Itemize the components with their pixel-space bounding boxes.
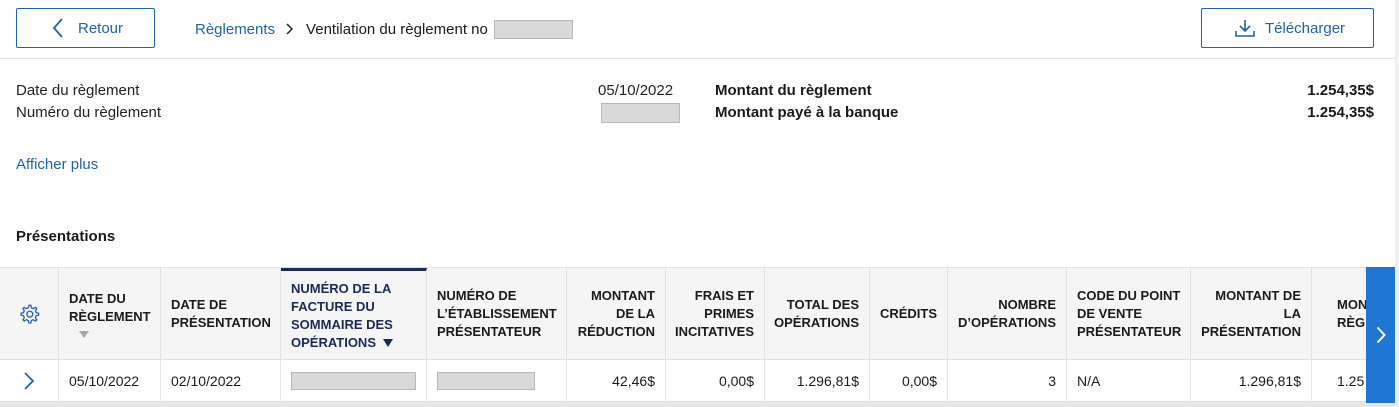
gear-icon — [20, 304, 40, 324]
vertical-scrollbar[interactable] — [1395, 0, 1399, 407]
settlement-number-label: Numéro du règlement — [16, 104, 162, 121]
column-header-label: FRAIS ET PRIMES INCITATIVES — [675, 288, 754, 339]
scroll-columns-right-button[interactable] — [1366, 267, 1395, 403]
cell-pos-code: N/A — [1067, 360, 1191, 402]
column-header-label: DATE DU RÈGLEMENT — [69, 291, 151, 324]
column-settings-button[interactable] — [0, 268, 59, 360]
bank-amount-label: Montant payé à la banque — [715, 104, 899, 121]
column-header-credits[interactable]: CRÉDITS — [870, 268, 948, 360]
column-header-label: MONTANT DE LA RÉDUCTION — [577, 288, 655, 339]
column-header-fees[interactable]: FRAIS ET PRIMES INCITATIVES — [666, 268, 765, 360]
breadcrumb-link-settlements[interactable]: Règlements — [195, 21, 275, 38]
column-header-operation-count[interactable]: NOMBRE D’OPÉRATIONS — [948, 268, 1067, 360]
column-header-settlement-date[interactable]: DATE DU RÈGLEMENT — [59, 268, 161, 360]
column-header-label: NOMBRE D’OPÉRATIONS — [958, 297, 1056, 330]
column-header-label: CRÉDITS — [879, 306, 937, 321]
column-header-label: NUMÉRO DE L’ÉTABLISSEMENT PRÉSENTATEUR — [437, 288, 557, 339]
cell-fees: 0,00$ — [666, 360, 765, 402]
column-header-total-operations[interactable]: TOTAL DES OPÉRATIONS — [765, 268, 870, 360]
table-header: DATE DU RÈGLEMENT DATE DE PRÉSENTATION N… — [0, 267, 1399, 360]
column-header-label: DATE DE PRÉSENTATION — [171, 297, 271, 330]
cell-operation-count: 3 — [948, 360, 1067, 402]
back-button[interactable]: Retour — [16, 8, 155, 48]
chevron-right-icon — [286, 23, 294, 35]
settlement-amount-value: 1.254,35$ — [1307, 82, 1374, 99]
column-header-merchant-number[interactable]: NUMÉRO DE L’ÉTABLISSEMENT PRÉSENTATEUR — [427, 268, 567, 360]
redacted-settlement-number-value — [601, 103, 680, 123]
settlement-date-value: 05/10/2022 — [598, 82, 674, 99]
settlement-date-label: Date du règlement — [16, 82, 140, 99]
download-button[interactable]: Télécharger — [1201, 8, 1374, 48]
show-more-link[interactable]: Afficher plus — [16, 156, 98, 173]
settlement-amount-label: Montant du règlement — [715, 82, 872, 99]
cell-presentation-amount: 1.296,81$ — [1191, 360, 1312, 402]
sort-indicator-icon — [79, 331, 89, 338]
column-header-label: NUMÉRO DE LA FACTURE DU SOMMAIRE DES OPÉ… — [291, 280, 393, 350]
horizontal-scrollbar[interactable] — [0, 402, 1399, 407]
breadcrumb: Règlements Ventilation du règlement no — [195, 19, 573, 39]
cell-total-operations: 1.296,81$ — [765, 360, 870, 402]
expand-row-button[interactable] — [0, 360, 59, 402]
presentations-title: Présentations — [16, 228, 116, 245]
cell-merchant-number — [427, 360, 567, 402]
cell-credits: 0,00$ — [870, 360, 948, 402]
column-header-presentation-amount[interactable]: MONTANT DE LA PRÉSENTATION — [1191, 268, 1312, 360]
sort-desc-icon — [383, 339, 393, 348]
column-header-invoice-number[interactable]: NUMÉRO DE LA FACTURE DU SOMMAIRE DES OPÉ… — [281, 268, 427, 360]
cell-settlement-date: 05/10/2022 — [59, 360, 161, 402]
cell-invoice-number — [281, 360, 427, 402]
column-header-label: MONTANT DE LA PRÉSENTATION — [1201, 288, 1301, 339]
column-header-presentation-date[interactable]: DATE DE PRÉSENTATION — [161, 268, 281, 360]
top-bar: Retour Règlements Ventilation du règleme… — [0, 0, 1399, 59]
bank-amount-value: 1.254,35$ — [1307, 104, 1374, 121]
column-header-settlement-amount[interactable]: MON RÈGLE — [1312, 268, 1372, 360]
chevron-left-icon — [52, 18, 63, 38]
column-header-label: TOTAL DES OPÉRATIONS — [774, 297, 859, 330]
presentations-table: DATE DU RÈGLEMENT DATE DE PRÉSENTATION N… — [0, 267, 1399, 407]
cell-presentation-date: 02/10/2022 — [161, 360, 281, 402]
redacted-invoice-number — [291, 372, 416, 390]
column-header-label: CODE DU POINT DE VENTE PRÉSENTATEUR — [1077, 288, 1182, 339]
download-icon — [1235, 20, 1255, 37]
download-button-label: Télécharger — [1265, 19, 1346, 37]
cell-settlement-amount: 1.25 — [1337, 373, 1365, 389]
table-row[interactable]: 05/10/2022 02/10/2022 42,46$ 0,00$ 1.296… — [0, 360, 1399, 402]
redacted-merchant-number — [437, 372, 535, 390]
breadcrumb-current: Ventilation du règlement no — [306, 20, 488, 38]
chevron-right-icon — [1376, 326, 1386, 344]
back-button-label: Retour — [78, 19, 124, 37]
chevron-right-icon — [24, 372, 34, 390]
redacted-settlement-number — [493, 19, 573, 39]
column-header-discount-amount[interactable]: MONTANT DE LA RÉDUCTION — [567, 268, 666, 360]
column-header-pos-code[interactable]: CODE DU POINT DE VENTE PRÉSENTATEUR — [1067, 268, 1191, 360]
cell-discount-amount: 42,46$ — [567, 360, 666, 402]
